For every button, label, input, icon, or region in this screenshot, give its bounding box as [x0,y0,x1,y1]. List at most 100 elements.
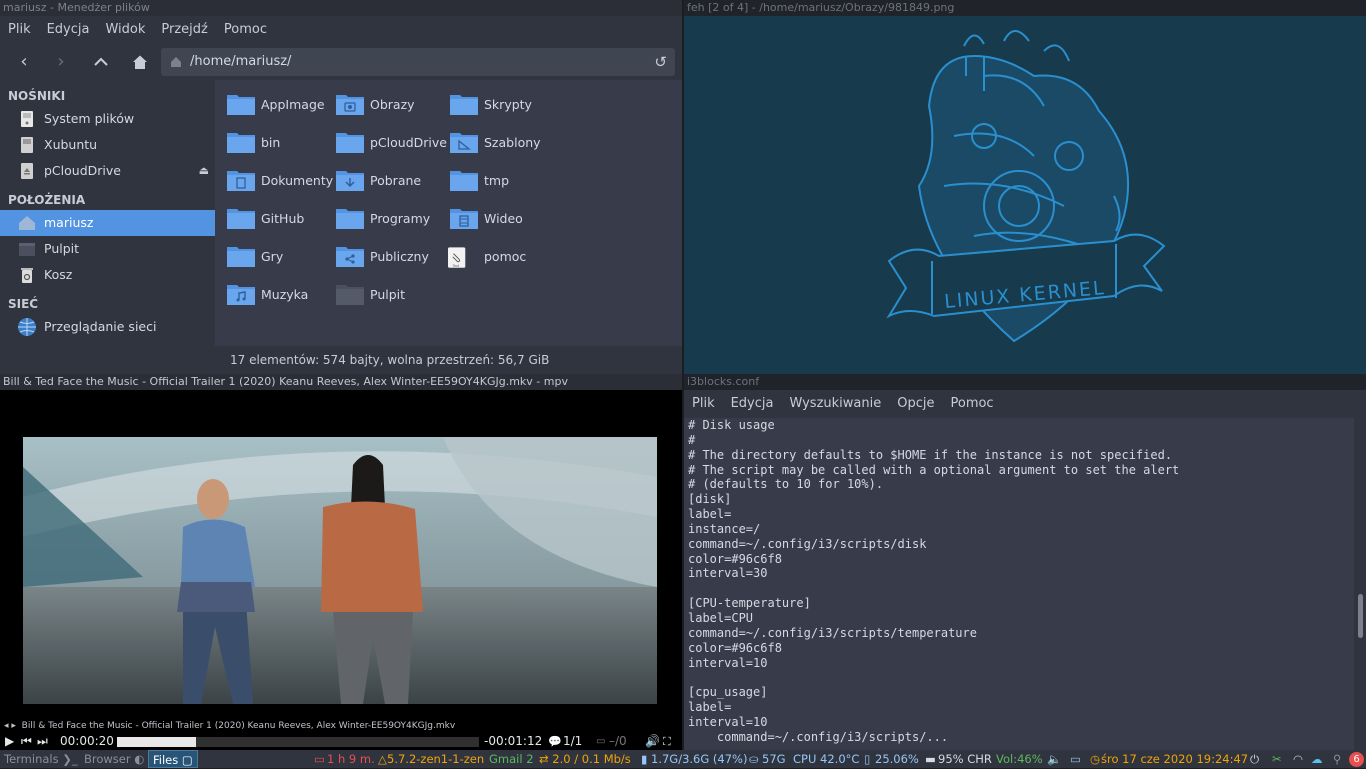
cloud-icon[interactable]: ☁ [1311,750,1323,768]
elapsed-time[interactable]: 00:00:20 [60,733,114,750]
playlist-next-icon[interactable]: ▸ [11,721,16,731]
file-label: Szablony [484,135,541,150]
workspace-terminals[interactable]: Terminals ❯_ [0,750,82,768]
volume-icon[interactable]: 🔊 [645,733,660,750]
video-frame[interactable] [23,437,657,704]
sidebar-item-filesystem[interactable]: System plików [0,106,215,132]
menu-help[interactable]: Pomoc [216,16,275,44]
file-item-szablony[interactable]: Szablony [444,128,541,158]
music-folder-icon [227,285,255,305]
memory-icon: ▮ [641,752,648,766]
audio-track-icon[interactable]: ▭ [596,733,605,750]
sidebar-item-browse-network[interactable]: Przeglądanie sieci [0,314,215,340]
sidebar: NOŚNIKI System plików Xubuntu pCloudDriv… [0,80,215,374]
menu-help[interactable]: Pomoc [942,390,1001,418]
menu-search[interactable]: Wyszukiwanie [781,390,889,418]
sidebar-item-xubuntu[interactable]: Xubuntu [0,132,215,158]
pictures-folder-icon [336,95,364,115]
file-label: Pulpit [370,287,406,302]
image-canvas[interactable]: LINUX KERNEL [684,16,1366,374]
back-icon[interactable]: ‹ [12,50,36,74]
file-item-pomoc[interactable]: Text pomoc [444,242,526,272]
clock-icon: ◷ [1090,752,1101,766]
power-icon[interactable]: ⏻ [1250,750,1259,768]
file-label: Dokumenty [261,173,334,188]
sidebar-item-label: Xubuntu [44,137,98,152]
scrollbar-thumb[interactable] [1358,594,1363,638]
eject-icon[interactable]: ⏏ [199,158,209,184]
toolbar: ‹ › /home/mariusz/ ↺ [0,44,682,80]
file-item-programy[interactable]: Programy [330,204,430,234]
file-item-gry[interactable]: Gry [221,242,283,272]
editor-text-area[interactable]: # Disk usage # # The directory defaults … [684,418,1354,750]
remaining-time[interactable]: -00:01:12 [484,733,542,750]
file-label: Obrazy [370,97,415,112]
sidebar-item-desktop[interactable]: Pulpit [0,236,215,262]
sidebar-heading-network: SIEĆ [8,297,39,311]
menu-edit[interactable]: Edycja [723,390,782,418]
folder-icon [227,95,255,115]
subtitle-track[interactable]: 1/1 [563,733,582,750]
menu-view[interactable]: Widok [97,16,153,44]
gmail-count[interactable]: Gmail 2 [489,750,534,768]
file-item-appimage[interactable]: AppImage [221,90,325,120]
templates-folder-icon [450,133,478,153]
notification-badge[interactable]: 6 [1349,752,1364,767]
file-label: Pobrane [370,173,422,188]
file-item-obrazy[interactable]: Obrazy [330,90,415,120]
sidebar-item-label: pCloudDrive [44,163,121,178]
volume-level[interactable]: Vol:46% [996,750,1043,768]
wifi-icon[interactable]: ◠ [1293,750,1303,768]
menu-edit[interactable]: Edycja [39,16,98,44]
subtitle-icon[interactable]: 💬 [548,733,562,750]
reload-icon[interactable]: ↺ [654,48,667,76]
file-item-wideo[interactable]: Wideo [444,204,523,234]
playlist-prev-icon[interactable]: ◂ [4,721,9,731]
file-item-bin[interactable]: bin [221,128,280,158]
sidebar-item-home[interactable]: mariusz [0,210,215,236]
workspace-files[interactable]: Files ▢ [148,750,198,768]
menu-file[interactable]: Plik [0,16,39,44]
up-icon[interactable] [89,50,113,74]
file-item-pclouddrive[interactable]: pCloudDrive [330,128,447,158]
location-icon[interactable]: ⚲ [1333,750,1341,768]
file-label: Publiczny [370,249,429,264]
disk-icon: ⛀ [749,752,759,766]
file-item-github[interactable]: GitHub [221,204,304,234]
skip-back-icon[interactable]: ⏮ [21,733,32,750]
file-item-skrypty[interactable]: Skrypty [444,90,532,120]
location-bar[interactable]: /home/mariusz/ ↺ [161,48,675,76]
sidebar-item-trash[interactable]: Kosz [0,262,215,288]
folder-icon [227,209,255,229]
network-manager-icon[interactable]: ✂ [1272,750,1282,768]
battery-status: 95% CHR [938,752,992,766]
forward-icon[interactable]: › [49,50,73,74]
menu-go[interactable]: Przejdź [153,16,215,44]
file-item-pulpit[interactable]: Pulpit [330,280,405,310]
file-item-muzyka[interactable]: Muzyka [221,280,308,310]
trash-icon [21,268,33,283]
play-icon[interactable]: ▶ [5,733,14,750]
menubar: Plik Edycja Wyszukiwanie Opcje Pomoc [684,390,1366,418]
window-title: feh [2 of 4] - /home/mariusz/Obrazy/9818… [684,0,1366,16]
speaker-icon[interactable]: 🔈 [1047,750,1061,768]
date-time[interactable]: śro 17 cze 2020 19:24:47 [1101,750,1248,768]
skip-forward-icon[interactable]: ⏭ [37,733,48,750]
file-label: tmp [484,173,510,188]
folder-icon [227,247,255,267]
sidebar-item-pclouddrive[interactable]: pCloudDrive ⏏ [0,158,215,184]
audio-track[interactable]: –/0 [609,733,627,750]
file-item-publiczny[interactable]: Publiczny [330,242,429,272]
menu-options[interactable]: Opcje [889,390,942,418]
scrollbar[interactable] [1354,418,1366,750]
seek-bar[interactable] [117,737,479,747]
fullscreen-icon[interactable]: ⛶ [663,733,671,750]
workspace-browser[interactable]: Browser ◐ [80,750,148,768]
file-item-pobrane[interactable]: Pobrane [330,166,421,196]
menu-file[interactable]: Plik [684,390,723,418]
file-item-tmp[interactable]: tmp [444,166,509,196]
file-label: pCloudDrive [370,135,447,150]
file-item-dokumenty[interactable]: Dokumenty [221,166,333,196]
home-icon[interactable] [128,50,152,74]
home-folder-icon [19,216,35,230]
